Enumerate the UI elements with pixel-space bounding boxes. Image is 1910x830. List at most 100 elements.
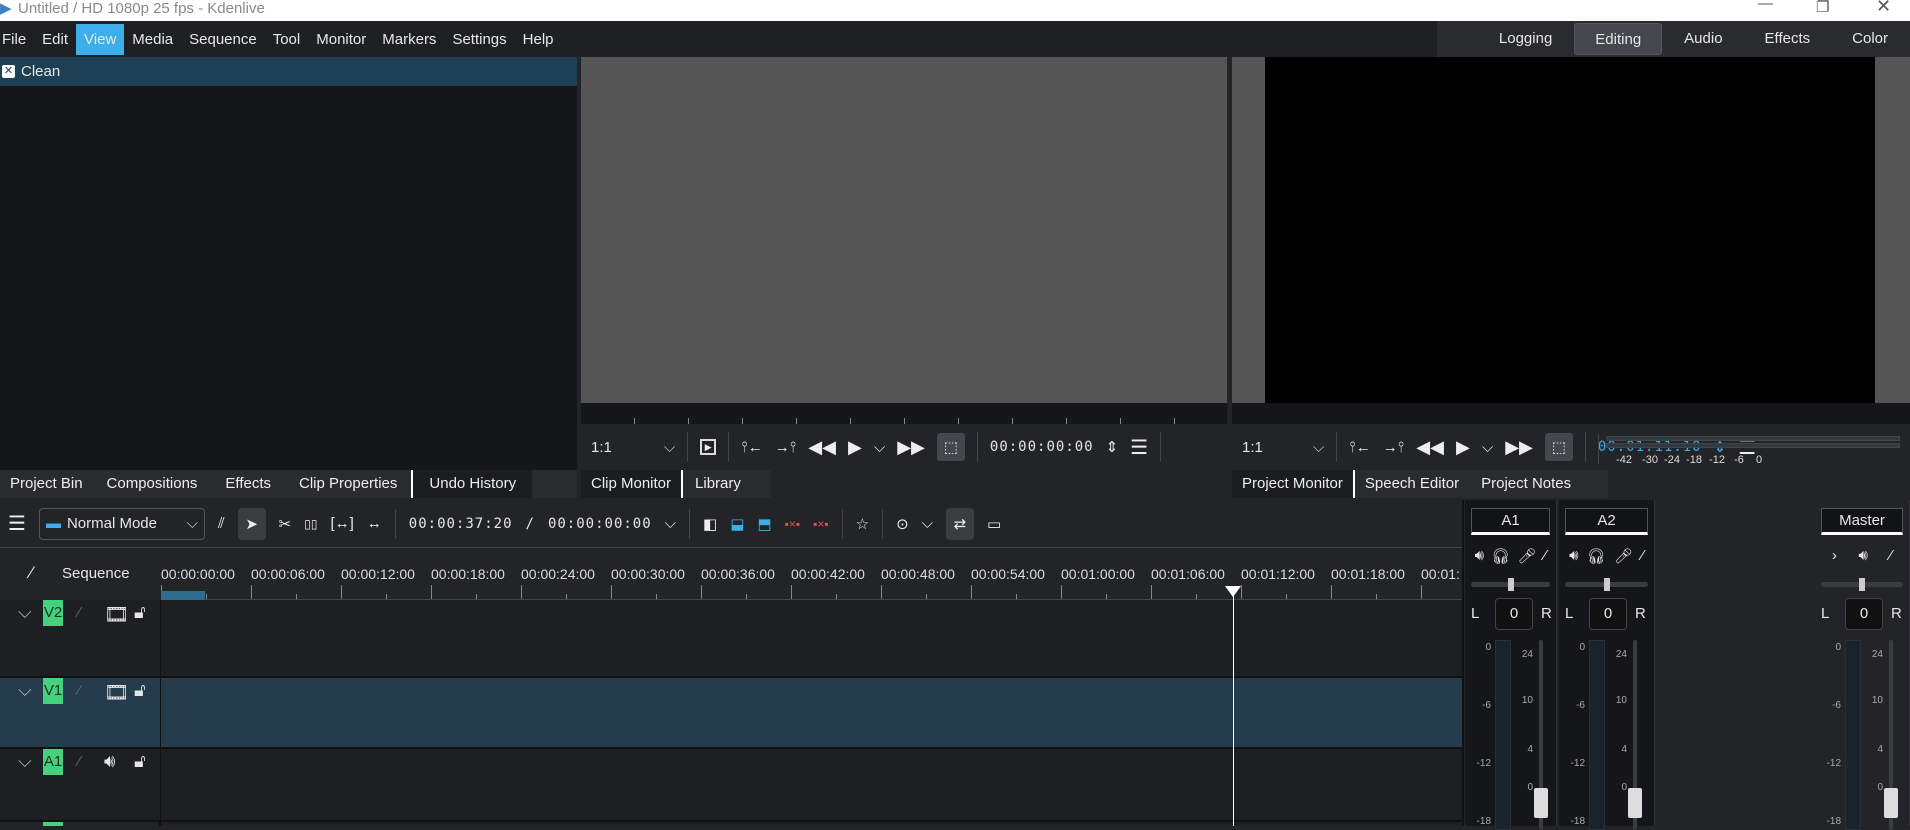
- edit-mode-select[interactable]: ▬ Normal Mode ⌵: [38, 507, 205, 540]
- tab-project-bin[interactable]: Project Bin: [0, 470, 93, 498]
- balance-value[interactable]: 0: [1495, 598, 1533, 630]
- track-name[interactable]: A1: [43, 749, 63, 775]
- timecode-spin-icon[interactable]: ⇕: [1106, 438, 1119, 456]
- channel-name[interactable]: A1: [1471, 508, 1550, 535]
- track-name[interactable]: V1: [43, 678, 63, 704]
- rewind-icon[interactable]: ◀◀: [1416, 437, 1444, 458]
- rewind-icon[interactable]: ◀◀: [808, 437, 836, 458]
- star-icon[interactable]: ☆: [856, 515, 869, 533]
- spacer-tool-icon[interactable]: ▯▯: [304, 517, 317, 531]
- gain-fader-handle[interactable]: [1884, 788, 1898, 818]
- speaker-icon[interactable]: 🔊︎: [1475, 547, 1484, 565]
- play-options-icon[interactable]: ⌵: [874, 439, 885, 456]
- mixer-toggle-icon[interactable]: ⇄: [946, 507, 975, 540]
- workspace-editing[interactable]: Editing: [1574, 23, 1663, 55]
- wand-icon[interactable]: ⁄: [1544, 547, 1547, 565]
- channel-name[interactable]: A2: [1565, 508, 1648, 535]
- chevron-down-icon[interactable]: ⌵: [1313, 439, 1324, 456]
- lift-icon[interactable]: ▪×▪: [785, 517, 801, 531]
- project-zoom-select[interactable]: 1:1: [1242, 439, 1263, 456]
- tab-clip-monitor[interactable]: Clip Monitor: [581, 470, 682, 498]
- clip-timecode[interactable]: 00:00:00:00: [990, 439, 1094, 455]
- tab-library[interactable]: Library: [681, 470, 753, 498]
- track-name[interactable]: V2: [43, 600, 63, 626]
- workspace-effects[interactable]: Effects: [1745, 23, 1831, 55]
- timeline-ruler[interactable]: 00:00:00:00 00:00:06:00 00:00:12:00 00:00:1…: [161, 549, 1462, 600]
- clip-monitor-ruler[interactable]: [581, 403, 1227, 424]
- project-monitor-ruler[interactable]: [1232, 403, 1910, 424]
- project-monitor-view[interactable]: [1265, 57, 1875, 403]
- clip-frame-icon[interactable]: ▶: [700, 439, 717, 455]
- menu-edit[interactable]: Edit: [34, 24, 76, 55]
- set-out-point-icon[interactable]: →⫯: [775, 439, 797, 456]
- gain-fader-handle[interactable]: [1534, 788, 1548, 818]
- headphones-icon[interactable]: 🎧︎: [1491, 547, 1510, 565]
- lock-icon[interactable]: 🔓︎: [134, 751, 146, 772]
- gain-fader-handle[interactable]: [1628, 788, 1642, 818]
- track-header-v1[interactable]: ⌵ V1 ⁄ 🎞 🔓︎: [0, 678, 160, 749]
- collapse-icon[interactable]: ⌵: [18, 602, 32, 623]
- zone-bar[interactable]: [161, 591, 205, 600]
- track-v1-lane[interactable]: [161, 678, 1462, 747]
- split-view-icon[interactable]: ◧: [703, 515, 717, 533]
- tab-clip-properties[interactable]: Clip Properties: [285, 470, 411, 498]
- mic-icon[interactable]: 🎤︎: [1614, 547, 1633, 565]
- menu-tool[interactable]: Tool: [265, 24, 309, 55]
- chevron-right-icon[interactable]: ›: [1832, 547, 1837, 564]
- menu-monitor[interactable]: Monitor: [308, 24, 374, 55]
- pan-slider[interactable]: [1821, 578, 1903, 591]
- clip-monitor-view[interactable]: [581, 57, 1227, 403]
- balance-value[interactable]: 0: [1589, 598, 1627, 630]
- safe-zone-icon[interactable]: ⬚: [1544, 433, 1573, 461]
- chevron-down-icon[interactable]: ⌵: [922, 515, 933, 532]
- workspace-audio[interactable]: Audio: [1664, 23, 1742, 55]
- forward-icon[interactable]: ▶▶: [1505, 437, 1533, 458]
- ripple-tool-icon[interactable]: [↔]: [330, 515, 353, 532]
- set-out-point-icon[interactable]: →⫯: [1383, 439, 1405, 456]
- play-icon[interactable]: ▶: [848, 437, 862, 458]
- pan-slider[interactable]: [1471, 578, 1550, 591]
- lock-icon[interactable]: 🔓︎: [134, 602, 146, 623]
- extract-icon[interactable]: ▪×▪: [813, 517, 829, 531]
- play-options-icon[interactable]: ⌵: [1482, 439, 1493, 456]
- tab-project-notes[interactable]: Project Notes: [1469, 470, 1583, 498]
- timeline-tracks[interactable]: [161, 600, 1462, 826]
- tab-project-monitor[interactable]: Project Monitor: [1232, 470, 1353, 498]
- menu-settings[interactable]: Settings: [444, 24, 514, 55]
- track-header-v2[interactable]: ⌵ V2 ⁄ 🎞 🔓︎: [0, 600, 160, 678]
- overwrite-icon[interactable]: ⬒: [757, 515, 771, 533]
- playhead-line[interactable]: [1233, 596, 1234, 826]
- play-icon[interactable]: ▶: [1456, 437, 1470, 458]
- hamburger-icon[interactable]: ☰: [8, 511, 26, 536]
- chevron-down-icon[interactable]: ⌵: [664, 439, 675, 456]
- safe-zone-icon[interactable]: ⬚: [936, 433, 965, 461]
- wand-icon[interactable]: ⁄: [1641, 547, 1644, 565]
- restore-icon[interactable]: ❐: [1816, 0, 1829, 16]
- collapse-icon[interactable]: ⌵: [18, 751, 32, 772]
- tab-undo-history[interactable]: Undo History: [411, 470, 533, 498]
- film-icon[interactable]: 🎞: [104, 602, 129, 627]
- menu-media[interactable]: Media: [124, 24, 181, 55]
- effects-wand-icon[interactable]: ⁄: [78, 753, 81, 770]
- history-item[interactable]: ✕ Clean: [0, 57, 577, 86]
- slip-tool-icon[interactable]: ↔: [367, 515, 382, 532]
- menu-sequence[interactable]: Sequence: [181, 24, 265, 55]
- menu-view[interactable]: View: [76, 23, 125, 55]
- effects-wand-icon[interactable]: ⁄: [78, 682, 81, 699]
- film-icon[interactable]: 🎞: [104, 680, 129, 705]
- timeline-position[interactable]: 00:00:37:20: [409, 516, 513, 532]
- clip-zoom-select[interactable]: 1:1: [591, 439, 612, 456]
- menu-icon[interactable]: ☰: [1130, 435, 1148, 460]
- mic-icon[interactable]: 🎤︎: [1518, 547, 1537, 565]
- headphones-icon[interactable]: 🎧︎: [1587, 547, 1606, 565]
- lock-icon[interactable]: 🔓︎: [134, 680, 146, 701]
- menu-markers[interactable]: Markers: [374, 24, 444, 55]
- razor-tool-icon[interactable]: ✂: [279, 515, 292, 533]
- preview-render-icon[interactable]: ⊙: [896, 515, 909, 533]
- insert-icon[interactable]: ⬓: [730, 515, 744, 533]
- channel-name[interactable]: Master: [1821, 508, 1903, 535]
- chevron-down-icon[interactable]: ⌵: [665, 515, 676, 532]
- tab-compositions[interactable]: Compositions: [93, 470, 212, 498]
- wand-icon[interactable]: ⁄: [1890, 547, 1893, 564]
- subtitle-icon[interactable]: ▭: [987, 515, 1001, 533]
